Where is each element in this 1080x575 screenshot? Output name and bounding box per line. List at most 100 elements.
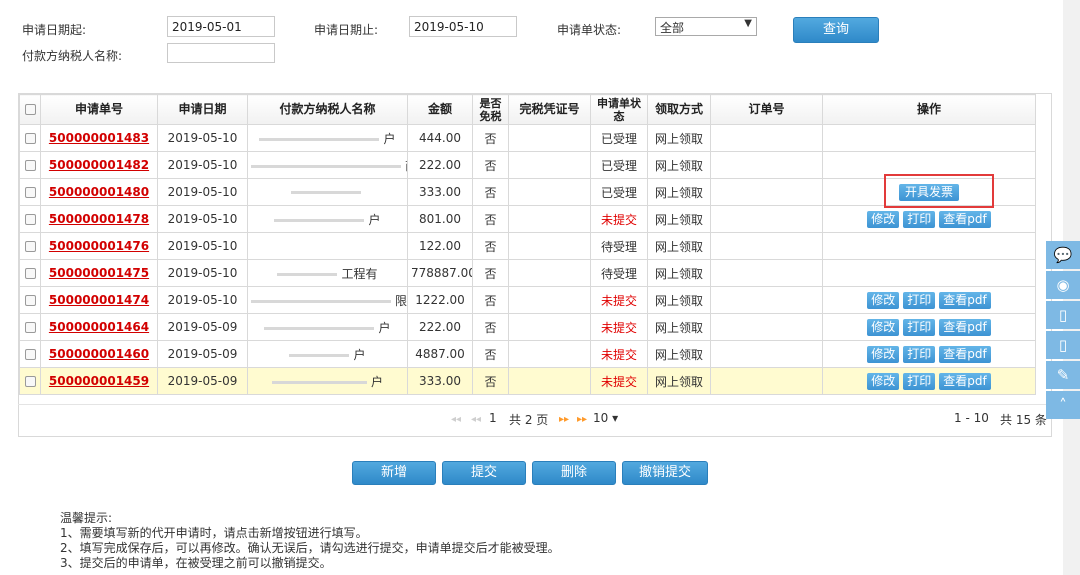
last-page-icon[interactable]: ▸▸ [577,411,587,425]
edit-button[interactable]: 修改 [867,291,900,309]
app-no-link[interactable]: 500000001478 [40,205,158,233]
order-no [710,286,823,314]
print-button[interactable]: 打印 [903,372,936,390]
weibo-icon[interactable]: ◉ [1046,271,1080,299]
pickup-method: 网上领取 [647,259,711,287]
row-checkbox[interactable] [19,259,41,287]
status: 未提交 [590,205,648,233]
app-no-link[interactable]: 500000001480 [40,178,158,206]
app-no-link[interactable]: 500000001464 [40,313,158,341]
status: 待受理 [590,259,648,287]
status: 已受理 [590,151,648,179]
select-all-checkbox[interactable] [19,94,41,125]
tax-cert-no [508,259,591,287]
row-checkbox[interactable] [19,286,41,314]
pickup-method: 网上领取 [647,340,711,368]
print-button[interactable]: 打印 [903,291,936,309]
prev-page-icon[interactable]: ◂◂ [471,411,481,425]
print-button[interactable]: 打印 [903,210,936,228]
status: 已受理 [590,178,648,206]
col-header-actions: 操作 [822,94,1036,125]
app-no-link[interactable]: 500000001483 [40,124,158,152]
row-checkbox[interactable] [19,151,41,179]
status-select[interactable]: 全部 ▼ [655,17,757,36]
app-no-link[interactable]: 500000001476 [40,232,158,260]
feedback-icon[interactable]: ✎ [1046,361,1080,389]
payer-name [247,178,408,206]
row-checkbox[interactable] [19,205,41,233]
app-no-link[interactable]: 500000001475 [40,259,158,287]
pickup-method: 网上领取 [647,286,711,314]
next-page-icon[interactable]: ▸▸ [559,411,569,425]
order-no [710,232,823,260]
view-pdf-button[interactable]: 查看pdf [939,210,991,228]
withdraw-button[interactable]: 撤销提交 [622,461,708,485]
col-header-pickup: 领取方式 [647,94,711,125]
amount: 778887.00 [407,259,473,287]
row-checkbox[interactable] [19,178,41,206]
add-button[interactable]: 新增 [352,461,436,485]
delete-button[interactable]: 删除 [532,461,616,485]
row-checkbox[interactable] [19,313,41,341]
edit-button[interactable]: 修改 [867,210,900,228]
edit-button[interactable]: 修改 [867,345,900,363]
amount: 222.00 [407,151,473,179]
page-current[interactable]: 1 [489,411,497,425]
view-pdf-button[interactable]: 查看pdf [939,318,991,336]
pickup-method: 网上领取 [647,151,711,179]
submit-button[interactable]: 提交 [442,461,526,485]
app-date: 2019-05-09 [157,367,248,395]
tax-cert-no [508,340,591,368]
view-pdf-button[interactable]: 查看pdf [939,372,991,390]
view-pdf-button[interactable]: 查看pdf [939,345,991,363]
pickup-method: 网上领取 [647,232,711,260]
print-button[interactable]: 打印 [903,318,936,336]
chevron-down-icon: ▾ [608,411,619,425]
back-to-top-icon[interactable]: ˄ [1046,391,1080,419]
col-header-app-no: 申请单号 [40,94,158,125]
app-no-link[interactable]: 500000001460 [40,340,158,368]
exempt: 否 [472,286,509,314]
payer-name: 限公司 [247,286,408,314]
row-actions [822,124,1036,152]
date-from-input[interactable] [167,16,275,37]
amount: 801.00 [407,205,473,233]
row-checkbox[interactable] [19,124,41,152]
row-actions: 修改 打印 查看pdf [822,367,1036,395]
page-range: 1 - 10 [954,411,989,425]
app-no-link[interactable]: 500000001459 [40,367,158,395]
tax-cert-no [508,313,591,341]
row-checkbox[interactable] [19,340,41,368]
tax-cert-no [508,367,591,395]
payer-label: 付款方纳税人名称: [22,49,123,63]
date-to-input[interactable] [409,16,517,37]
order-no [710,205,823,233]
payer-input[interactable] [167,43,275,63]
date-from-label: 申请日期起: [22,23,87,37]
tax-cert-no [508,151,591,179]
col-header-status: 申请单状态 [590,94,648,125]
row-checkbox[interactable] [19,367,41,395]
app-no-link[interactable]: 500000001482 [40,151,158,179]
order-no [710,124,823,152]
table-row: 500000001459 2019-05-09 户 333.00 否 未提交 网上领取 修改打… [19,367,1036,395]
mobile-icon[interactable]: ▯ [1046,301,1080,329]
print-button[interactable]: 打印 [903,345,936,363]
edit-button[interactable]: 修改 [867,318,900,336]
status: 未提交 [590,340,648,368]
amount: 122.00 [407,232,473,260]
status: 已受理 [590,124,648,152]
query-button[interactable]: 查询 [793,17,879,43]
tips-title: 温馨提示: [60,511,113,525]
edit-button[interactable]: 修改 [867,372,900,390]
order-no [710,178,823,206]
app-no-link[interactable]: 500000001474 [40,286,158,314]
page-size-select[interactable]: 10 ▾ [593,411,618,425]
status: 未提交 [590,313,648,341]
row-checkbox[interactable] [19,232,41,260]
view-pdf-button[interactable]: 查看pdf [939,291,991,309]
first-page-icon[interactable]: ◂◂ [451,411,461,425]
row-actions: 修改 打印 查看pdf [822,286,1036,314]
chat-icon[interactable]: 💬 [1046,241,1080,269]
mobile-app-icon[interactable]: ▯ [1046,331,1080,359]
